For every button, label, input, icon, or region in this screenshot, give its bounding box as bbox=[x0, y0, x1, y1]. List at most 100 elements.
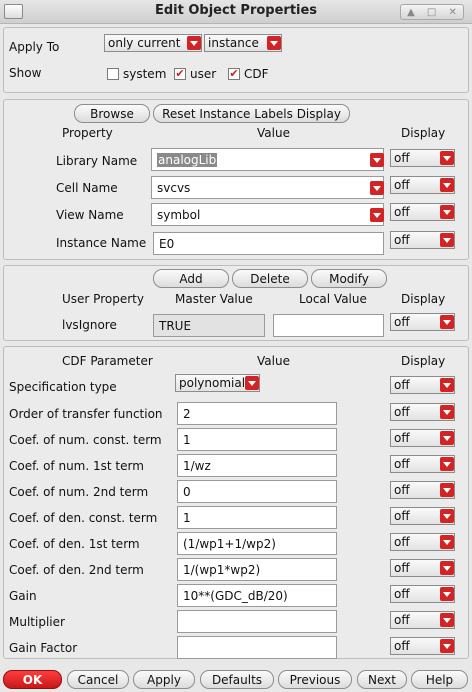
chevron-down-icon bbox=[440, 178, 454, 192]
coef-of-den-2nd-term-display-dropdown[interactable]: off bbox=[390, 559, 455, 577]
specification-type-label: Specification type bbox=[9, 380, 117, 394]
cancel-button[interactable]: Cancel bbox=[67, 670, 129, 689]
coef-of-num-1st-term-field[interactable]: 1/wz bbox=[177, 454, 337, 477]
apply-scope-dropdown[interactable]: only current bbox=[104, 34, 202, 52]
cell-browse-icon[interactable] bbox=[370, 181, 384, 195]
chevron-down-icon bbox=[440, 613, 454, 627]
cdf-parameter-header: CDF Parameter bbox=[62, 354, 153, 368]
order-of-transfer-function-field[interactable]: 2 bbox=[177, 402, 337, 425]
chevron-down-icon bbox=[440, 457, 454, 471]
specification-type-dropdown[interactable]: polynomial bbox=[175, 374, 260, 392]
display-header: Display bbox=[401, 292, 446, 306]
view-name-label: View Name bbox=[56, 208, 124, 222]
gain-field[interactable]: 10**(GDC_dB/20) bbox=[177, 584, 337, 607]
display-value: off bbox=[394, 431, 410, 445]
library-display-dropdown[interactable]: off bbox=[390, 149, 455, 167]
apply-to-label: Apply To bbox=[9, 40, 60, 54]
order-of-transfer-function-label: Order of transfer function bbox=[9, 407, 163, 421]
system-checkbox-label: system bbox=[123, 67, 167, 81]
display-value: off bbox=[394, 378, 410, 392]
library-name-field[interactable]: analogLib bbox=[151, 148, 384, 171]
instance-display-dropdown[interactable]: off bbox=[390, 231, 455, 249]
add-button[interactable]: Add bbox=[153, 269, 229, 288]
help-button[interactable]: Help bbox=[411, 670, 468, 689]
specification-display-dropdown[interactable]: off bbox=[390, 376, 455, 394]
browse-button[interactable]: Browse bbox=[74, 104, 150, 123]
coef-of-num-2nd-term-label: Coef. of num. 2nd term bbox=[9, 485, 149, 499]
view-browse-icon[interactable] bbox=[370, 208, 384, 222]
reset-labels-button[interactable]: Reset Instance Labels Display bbox=[153, 104, 350, 123]
user-checkbox-label: user bbox=[190, 67, 217, 81]
display-value: off bbox=[394, 613, 410, 627]
coef-of-num-2nd-term-field[interactable]: 0 bbox=[177, 480, 337, 503]
gain-factor-display-dropdown[interactable]: off bbox=[390, 637, 455, 655]
coef-of-den-const-term-field[interactable]: 1 bbox=[177, 506, 337, 529]
lvsignore-local-value[interactable] bbox=[273, 314, 384, 337]
gain-display-dropdown[interactable]: off bbox=[390, 585, 455, 603]
cdf-checkbox-label: CDF bbox=[244, 67, 269, 81]
master-value-header: Master Value bbox=[175, 292, 253, 306]
instance-name-field[interactable]: E0 bbox=[153, 232, 384, 255]
chevron-down-icon bbox=[440, 315, 454, 329]
defaults-button[interactable]: Defaults bbox=[200, 670, 274, 689]
multiplier-display-dropdown[interactable]: off bbox=[390, 611, 455, 629]
lvsignore-display-dropdown[interactable]: off bbox=[390, 313, 455, 331]
display-value: off bbox=[394, 587, 410, 601]
coef-of-num-const-term-field[interactable]: 1 bbox=[177, 428, 337, 451]
cell-name-field[interactable]: svcvs bbox=[151, 176, 384, 199]
system-checkbox[interactable] bbox=[107, 68, 119, 80]
view-name-field[interactable]: symbol bbox=[151, 203, 384, 226]
chevron-down-icon bbox=[440, 233, 454, 247]
gain-label: Gain bbox=[9, 589, 37, 603]
display-value: off bbox=[394, 205, 410, 219]
coef-of-den-2nd-term-label: Coef. of den. 2nd term bbox=[9, 563, 144, 577]
apply-object-dropdown[interactable]: instance bbox=[204, 34, 282, 52]
modify-button[interactable]: Modify bbox=[311, 269, 387, 288]
cdf-display-header: Display bbox=[401, 354, 446, 368]
maximize-icon[interactable]: □ bbox=[427, 7, 436, 18]
ok-button[interactable]: OK bbox=[3, 670, 62, 689]
chevron-down-icon bbox=[440, 639, 454, 653]
close-icon[interactable]: ✕ bbox=[449, 7, 457, 18]
coef-of-den-2nd-term-field[interactable]: 1/(wp1*wp2) bbox=[177, 558, 337, 581]
show-label: Show bbox=[9, 66, 42, 80]
coef-of-den-1st-term-display-dropdown[interactable]: off bbox=[390, 533, 455, 551]
multiplier-field[interactable] bbox=[177, 610, 337, 633]
display-value: off bbox=[394, 405, 410, 419]
display-value: off bbox=[394, 483, 410, 497]
order-of-transfer-function-display-dropdown[interactable]: off bbox=[390, 403, 455, 421]
cell-name-label: Cell Name bbox=[56, 181, 118, 195]
display-value: off bbox=[394, 151, 410, 165]
coef-of-den-const-term-display-dropdown[interactable]: off bbox=[390, 507, 455, 525]
coef-of-num-2nd-term-display-dropdown[interactable]: off bbox=[390, 481, 455, 499]
delete-button[interactable]: Delete bbox=[232, 269, 308, 288]
chevron-down-icon bbox=[245, 376, 259, 390]
coef-of-den-1st-term-field[interactable]: (1/wp1+1/wp2) bbox=[177, 532, 337, 555]
view-display-dropdown[interactable]: off bbox=[390, 203, 455, 221]
minimize-icon[interactable]: ▲ bbox=[407, 7, 415, 18]
cell-display-dropdown[interactable]: off bbox=[390, 176, 455, 194]
user-checkbox[interactable]: ✔ bbox=[174, 68, 186, 80]
cdf-checkbox[interactable]: ✔ bbox=[228, 68, 240, 80]
library-browse-icon[interactable] bbox=[370, 153, 384, 167]
coef-of-den-const-term-label: Coef. of den. const. term bbox=[9, 511, 158, 525]
chevron-down-icon bbox=[440, 405, 454, 419]
chevron-down-icon bbox=[187, 36, 201, 50]
display-value: off bbox=[394, 315, 410, 329]
instance-name-value: E0 bbox=[159, 237, 175, 251]
lvsignore-label: lvsIgnore bbox=[62, 318, 117, 332]
specification-type-value: polynomial bbox=[179, 376, 246, 390]
gain-factor-field[interactable] bbox=[177, 636, 337, 659]
next-button[interactable]: Next bbox=[357, 670, 407, 689]
user-property-header: User Property bbox=[62, 292, 144, 306]
apply-object-value: instance bbox=[208, 36, 259, 50]
chevron-down-icon bbox=[440, 535, 454, 549]
apply-button[interactable]: Apply bbox=[133, 670, 195, 689]
chevron-down-icon bbox=[440, 587, 454, 601]
display-value: off bbox=[394, 509, 410, 523]
display-value: off bbox=[394, 639, 410, 653]
coef-of-num-const-term-display-dropdown[interactable]: off bbox=[390, 429, 455, 447]
previous-button[interactable]: Previous bbox=[278, 670, 352, 689]
display-value: off bbox=[394, 535, 410, 549]
coef-of-num-1st-term-display-dropdown[interactable]: off bbox=[390, 455, 455, 473]
